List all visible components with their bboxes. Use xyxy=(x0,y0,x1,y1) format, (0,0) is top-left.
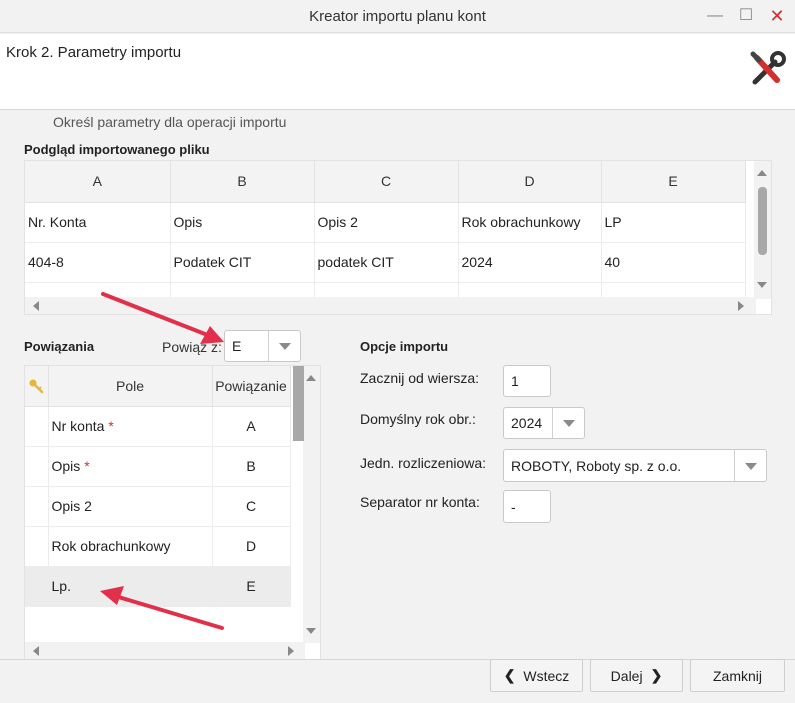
scroll-right-icon[interactable] xyxy=(288,646,294,656)
options-label: Opcje importu xyxy=(360,339,449,354)
preview-cell: Podatek CIT xyxy=(170,242,315,283)
preview-horizontal-scrollbar[interactable] xyxy=(25,297,756,314)
preview-grid[interactable]: A B C D E Nr. Konta Opis Opis 2 Rok obra… xyxy=(24,160,772,315)
step-title: Krok 2. Parametry importu xyxy=(6,44,182,61)
preview-col-header[interactable]: D xyxy=(458,161,602,203)
close-button-label: Zamknij xyxy=(712,667,762,684)
preview-cell: LP xyxy=(601,202,746,243)
mapping-horizontal-scrollbar[interactable] xyxy=(25,642,305,659)
required-marker: * xyxy=(84,458,90,474)
default-year-label: Domyślny rok obr.: xyxy=(360,411,476,427)
row-indicator xyxy=(25,526,49,567)
separator-label: Separator nr konta: xyxy=(360,494,480,510)
preview-cell: Nr. Konta xyxy=(25,202,171,243)
chevron-down-icon[interactable] xyxy=(734,450,766,481)
scroll-left-icon[interactable] xyxy=(33,646,39,656)
scroll-right-icon[interactable] xyxy=(738,301,744,311)
unit-value: ROBOTY, Roboty sp. z o.o. xyxy=(511,457,682,474)
mapping-row[interactable]: Opis * B xyxy=(25,446,291,487)
row-indicator xyxy=(25,566,49,607)
maximize-icon[interactable]: ☐ xyxy=(733,4,759,28)
required-marker: * xyxy=(108,418,114,434)
scroll-up-icon[interactable] xyxy=(306,375,316,381)
unit-label: Jedn. rozliczeniowa: xyxy=(360,455,487,471)
scroll-thumb[interactable] xyxy=(758,187,767,255)
preview-cell: 404-8 xyxy=(25,242,171,283)
preview-vertical-scrollbar[interactable] xyxy=(754,161,771,299)
scroll-thumb[interactable] xyxy=(293,366,304,441)
scroll-down-icon[interactable] xyxy=(306,628,316,634)
wizard-header: Krok 2. Parametry importu xyxy=(0,34,795,110)
binding-value[interactable]: C xyxy=(212,486,291,527)
chevron-left-icon: ❮ xyxy=(503,667,516,683)
chevron-down-icon[interactable] xyxy=(552,408,584,438)
preview-col-header[interactable]: C xyxy=(314,161,459,203)
preview-label: Podgląd importowanego pliku xyxy=(24,142,210,157)
preview-row[interactable]: 404-8 Podatek CIT podatek CIT 2024 40 xyxy=(25,242,746,283)
field-column-header[interactable]: Pole xyxy=(48,366,213,407)
wizard-subtitle: Określ parametry dla operacji importu xyxy=(53,114,287,130)
start-row-label: Zacznij od wiersza: xyxy=(360,370,480,386)
back-button[interactable]: ❮ Wstecz xyxy=(490,659,583,692)
key-column-header xyxy=(25,366,49,407)
binding-value[interactable]: A xyxy=(212,406,291,447)
chevron-down-icon[interactable] xyxy=(268,331,300,361)
preview-cell: Opis 2 xyxy=(314,202,459,243)
close-button[interactable]: Zamknij xyxy=(690,659,785,692)
row-indicator xyxy=(25,446,49,487)
field-name: Opis 2 xyxy=(51,498,92,514)
bind-to-select[interactable]: E xyxy=(224,330,301,362)
mapping-vertical-scrollbar[interactable] xyxy=(293,366,320,643)
binding-value[interactable]: E xyxy=(212,566,291,607)
title-bar: Kreator importu planu kont — ☐ ✕ xyxy=(0,0,795,33)
field-name: Opis xyxy=(51,458,81,474)
mapping-row[interactable]: Nr konta * A xyxy=(25,406,291,447)
preview-cell: Rok obrachunkowy xyxy=(458,202,602,243)
preview-row[interactable]: Nr. Konta Opis Opis 2 Rok obrachunkowy L… xyxy=(25,202,746,243)
start-row-input[interactable]: 1 xyxy=(503,365,551,397)
tools-icon xyxy=(750,51,786,85)
scroll-left-icon[interactable] xyxy=(33,301,39,311)
binding-value[interactable]: B xyxy=(212,446,291,487)
scroll-up-icon[interactable] xyxy=(757,170,767,176)
back-button-label: Wstecz xyxy=(523,667,570,684)
preview-col-header[interactable]: E xyxy=(601,161,746,203)
binding-column-header[interactable]: Powiązanie xyxy=(212,366,291,407)
preview-cell: 2024 xyxy=(458,242,602,283)
field-name: Rok obrachunkowy xyxy=(51,538,171,554)
bind-to-value: E xyxy=(232,338,242,354)
mapping-row[interactable]: Rok obrachunkowy D xyxy=(25,526,291,567)
binding-value[interactable]: D xyxy=(212,526,291,567)
mapping-row[interactable]: Opis 2 C xyxy=(25,486,291,527)
preview-col-header[interactable]: A xyxy=(25,161,171,203)
preview-cell: podatek CIT xyxy=(314,242,459,283)
window-title: Kreator importu planu kont xyxy=(309,8,486,25)
separator-input[interactable]: - xyxy=(503,490,551,523)
next-button[interactable]: Dalej ❯ xyxy=(590,659,683,692)
next-button-label: Dalej xyxy=(610,667,643,684)
scroll-down-icon[interactable] xyxy=(757,282,767,288)
field-name: Lp. xyxy=(51,578,71,594)
chevron-right-icon: ❯ xyxy=(650,667,663,683)
mapping-row-selected[interactable]: Lp. E xyxy=(25,566,291,607)
field-name: Nr konta xyxy=(51,418,105,434)
preview-col-header[interactable]: B xyxy=(170,161,315,203)
unit-select[interactable]: ROBOTY, Roboty sp. z o.o. xyxy=(503,449,767,482)
default-year-value: 2024 xyxy=(511,415,543,431)
mapping-label: Powiązania xyxy=(24,339,95,354)
row-indicator xyxy=(25,486,49,527)
row-indicator xyxy=(25,406,49,447)
default-year-select[interactable]: 2024 xyxy=(503,407,585,439)
minimize-icon[interactable]: — xyxy=(702,4,728,28)
mapping-grid[interactable]: Pole Powiązanie Nr konta * A Opis * B Op… xyxy=(24,365,321,660)
preview-cell: Opis xyxy=(170,202,315,243)
preview-cell: 40 xyxy=(601,242,746,283)
bind-to-label: Powiąż z: xyxy=(162,339,222,355)
close-icon[interactable]: ✕ xyxy=(764,4,790,28)
key-icon xyxy=(29,379,44,394)
